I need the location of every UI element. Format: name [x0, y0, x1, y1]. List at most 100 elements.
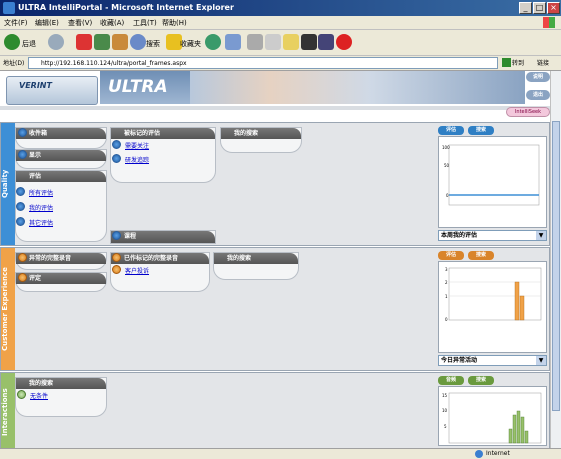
- cx-search-card: 我的搜索: [213, 252, 299, 280]
- menu-view[interactable]: 查看(V): [68, 17, 92, 29]
- interactions-link-unconditional[interactable]: 无条件: [30, 391, 48, 400]
- links-label[interactable]: 链接: [537, 58, 549, 67]
- assess-header[interactable]: 评定: [16, 273, 106, 284]
- edit-icon[interactable]: [265, 34, 281, 50]
- chevron-down-icon[interactable]: ▼: [536, 356, 546, 365]
- task-icon: [18, 150, 27, 159]
- cx-chart-select[interactable]: 今日异常活动 ▼: [438, 355, 547, 366]
- window-title: ULTRA IntelliPortal - Microsoft Internet…: [0, 0, 561, 16]
- forward-icon[interactable]: [48, 34, 64, 50]
- inbox-card: 收件箱: [15, 127, 107, 149]
- intelliseek-button[interactable]: IntelliSeek: [506, 107, 550, 117]
- cx-chart-svg: 3 2 1 0: [445, 267, 542, 322]
- quality-label: Quality: [1, 169, 9, 199]
- messenger-icon[interactable]: [318, 34, 334, 50]
- chevron-down-icon[interactable]: ▼: [536, 231, 546, 240]
- evaluations-header: 评估: [16, 171, 106, 182]
- ie-icon: [3, 2, 15, 14]
- k-icon[interactable]: [301, 34, 317, 50]
- svg-text:100: 100: [442, 145, 450, 150]
- header-photo: [190, 71, 270, 104]
- cx-label: Customer Experience: [1, 267, 9, 351]
- eval-link-all[interactable]: 所有评估: [29, 188, 53, 197]
- maximize-button[interactable]: □: [533, 2, 546, 14]
- search-icon[interactable]: [130, 34, 146, 50]
- menu-tools[interactable]: 工具(T): [133, 17, 157, 29]
- header-banner: [370, 71, 525, 104]
- back-label[interactable]: 后退: [22, 39, 36, 49]
- svg-text:3: 3: [445, 267, 448, 272]
- tab-evaluations[interactable]: 评估: [438, 126, 464, 135]
- incomplete-card: 异常的完整录音: [15, 252, 107, 270]
- discuss-icon[interactable]: [283, 34, 299, 50]
- vertical-scrollbar[interactable]: [550, 71, 561, 448]
- interactions-label: Interactions: [1, 388, 9, 436]
- home-icon[interactable]: [112, 34, 128, 50]
- tab-interactions-search[interactable]: 搜索: [468, 376, 494, 385]
- recording-icon: [18, 253, 27, 262]
- refresh-icon[interactable]: [94, 34, 110, 50]
- svg-text:10: 10: [442, 408, 448, 413]
- menu-file[interactable]: 文件(F): [4, 17, 28, 29]
- address-input[interactable]: http://192.168.110.124/ultra/portal_fram…: [28, 57, 498, 69]
- quality-search-header: 我的搜索: [221, 128, 301, 139]
- help-button[interactable]: 说明: [526, 72, 550, 82]
- interactions-bar: [524, 430, 529, 444]
- cx-bar: [519, 295, 525, 321]
- history-icon[interactable]: [205, 34, 221, 50]
- quality-chart-select[interactable]: 本周我的评估 ▼: [438, 230, 547, 241]
- interactions-search-header: 我的搜索: [16, 378, 106, 389]
- incomplete-header[interactable]: 异常的完整录音: [16, 253, 106, 264]
- tab-audio[interactable]: 音频: [438, 376, 464, 385]
- interactions-bar: [516, 410, 521, 444]
- task-header[interactable]: 显示: [16, 150, 106, 161]
- status-bar: Internet: [0, 448, 561, 459]
- check-icon: [112, 140, 121, 149]
- assess-card: 评定: [15, 272, 107, 292]
- eval-link-other[interactable]: 其它评估: [29, 218, 53, 227]
- back-icon[interactable]: [4, 34, 20, 50]
- menu-edit[interactable]: 编辑(E): [35, 17, 59, 29]
- scroll-thumb[interactable]: [552, 121, 560, 411]
- ultra-logo: ULTRA: [100, 71, 190, 104]
- tab-search[interactable]: 搜索: [468, 126, 494, 135]
- minimize-button[interactable]: _: [519, 2, 532, 14]
- eval-link-mine[interactable]: 我的评估: [29, 203, 53, 212]
- go-label[interactable]: 转到: [512, 58, 524, 67]
- check-icon: [16, 217, 25, 226]
- extension-icon[interactable]: [336, 34, 352, 50]
- svg-text:5: 5: [444, 424, 447, 429]
- quality-section: Quality 收件箱 显示 评估 所有评估 我的评估 其它评估 被标记的评估 …: [0, 122, 550, 246]
- interactions-bar: [508, 428, 513, 444]
- print-icon[interactable]: [247, 34, 263, 50]
- check-icon: [112, 154, 121, 163]
- menu-help[interactable]: 帮助(H): [162, 17, 187, 29]
- favorites-label[interactable]: 收藏夹: [180, 39, 201, 49]
- close-button[interactable]: ×: [547, 2, 560, 14]
- svg-text:2: 2: [445, 280, 448, 285]
- toolbar: 后退 搜索 收藏夹: [0, 30, 561, 56]
- flagged-link-rd[interactable]: 研发追踪: [125, 155, 149, 164]
- flagged-evals-header: 被标记的评估: [111, 128, 215, 139]
- mail-icon[interactable]: [225, 34, 241, 50]
- tab-cx-evaluations[interactable]: 评估: [438, 251, 464, 260]
- logout-button[interactable]: 退出: [526, 90, 550, 100]
- windows-logo-icon: [543, 17, 555, 28]
- svg-text:0: 0: [446, 193, 449, 198]
- course-header[interactable]: 课程: [111, 231, 215, 243]
- search-label[interactable]: 搜索: [146, 39, 160, 49]
- stop-icon[interactable]: [76, 34, 92, 50]
- verint-logo: VERINT: [6, 76, 98, 105]
- flagged-link-attention[interactable]: 需要关注: [125, 141, 149, 150]
- check-icon: [16, 187, 25, 196]
- tab-cx-search[interactable]: 搜索: [468, 251, 494, 260]
- cx-link-complaint[interactable]: 客户投诉: [125, 266, 149, 275]
- task-card: 显示: [15, 149, 107, 169]
- go-icon[interactable]: [502, 58, 511, 67]
- quality-chart: 100 50 0: [438, 136, 547, 228]
- page-content: VERINT ULTRA 说明 退出 IntelliSeek Quality 收…: [0, 71, 550, 448]
- inbox-header[interactable]: 收件箱: [16, 128, 106, 139]
- menu-favorites[interactable]: 收藏(A): [100, 17, 124, 29]
- svg-text:50: 50: [444, 163, 450, 168]
- status-zone: Internet: [486, 450, 510, 457]
